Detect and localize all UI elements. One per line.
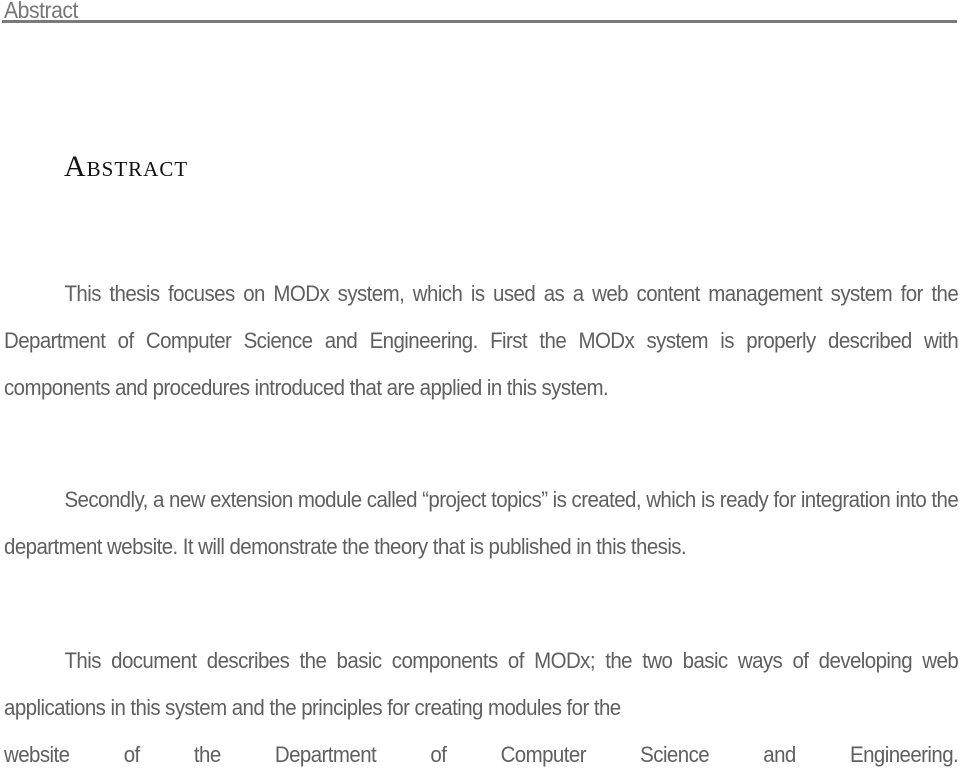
paragraph-1-text: This thesis focuses on MODx system, whic…: [4, 281, 959, 400]
header-rule: [2, 20, 957, 23]
paragraph-3: This document describes the basic compon…: [4, 637, 959, 778]
paragraph-2-text: Secondly, a new extension module called …: [4, 487, 959, 559]
paragraph-3-text: This document describes the basic compon…: [4, 648, 959, 720]
page-title: Abstract: [64, 150, 189, 183]
paragraph-1: This thesis focuses on MODx system, whic…: [4, 270, 959, 411]
paragraph-2: Secondly, a new extension module called …: [4, 476, 959, 570]
paragraph-3-last-line: website of the Department of Computer Sc…: [4, 742, 959, 767]
